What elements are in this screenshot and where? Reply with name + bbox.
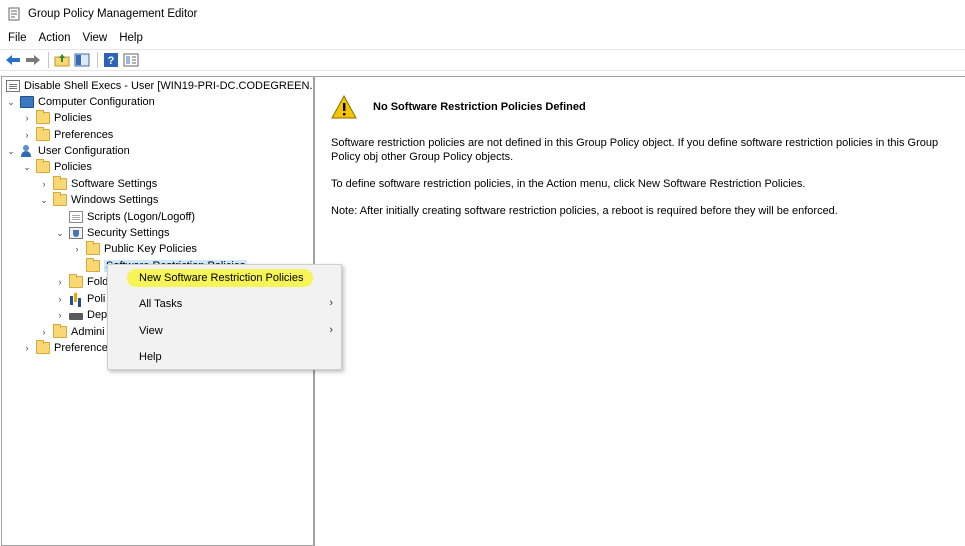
menu-view[interactable]: View bbox=[83, 32, 108, 44]
tree-item-security-settings[interactable]: ⌄ Security Settings bbox=[55, 225, 170, 241]
folder-icon bbox=[53, 324, 67, 338]
tree-item-user-policies[interactable]: ⌄ Policies bbox=[22, 159, 92, 175]
script-icon bbox=[69, 211, 83, 223]
folder-icon bbox=[36, 127, 50, 141]
back-icon[interactable] bbox=[4, 51, 22, 69]
context-menu: New Software Restriction Policies All Ta… bbox=[107, 264, 342, 370]
svg-text:?: ? bbox=[108, 55, 115, 67]
detail-paragraph-1: Software restriction policies are not de… bbox=[331, 137, 939, 163]
menu-action[interactable]: Action bbox=[39, 32, 71, 44]
chevron-right-icon[interactable]: › bbox=[39, 179, 49, 189]
properties-icon[interactable] bbox=[122, 51, 140, 69]
tree-root[interactable]: Disable Shell Execs - User [WIN19-PRI-DC… bbox=[6, 78, 313, 94]
chevron-down-icon[interactable]: ⌄ bbox=[6, 146, 16, 156]
bar-chart-icon bbox=[69, 293, 83, 305]
folder-icon bbox=[36, 159, 50, 173]
warning-icon bbox=[331, 94, 357, 119]
help-icon[interactable]: ? bbox=[102, 51, 120, 69]
gpo-editor-icon bbox=[8, 7, 20, 21]
detail-paragraph-3: Note: After initially creating software … bbox=[331, 205, 838, 217]
chevron-right-icon[interactable]: › bbox=[55, 277, 65, 287]
folder-icon bbox=[53, 192, 67, 206]
gpo-icon bbox=[6, 80, 20, 92]
title-bar: Group Policy Management Editor bbox=[0, 0, 965, 28]
menu-help[interactable]: Help bbox=[119, 32, 143, 44]
folder-icon bbox=[36, 340, 50, 354]
tree-item-computer-preferences[interactable]: › Preferences bbox=[22, 127, 113, 143]
detail-paragraph-2: To define software restriction policies,… bbox=[331, 178, 806, 190]
menu-item-help[interactable]: Help bbox=[108, 344, 343, 370]
chevron-right-icon[interactable]: › bbox=[55, 294, 65, 304]
folder-icon bbox=[53, 176, 67, 190]
tree-item-policy-based-qos[interactable]: › Poli bbox=[55, 291, 105, 307]
tree-item-computer-configuration[interactable]: ⌄ Computer Configuration bbox=[6, 94, 155, 110]
folder-icon bbox=[86, 241, 100, 255]
tree-item-windows-settings[interactable]: ⌄ Windows Settings bbox=[39, 192, 158, 208]
tree-item-user-preferences[interactable]: › Preference bbox=[22, 340, 108, 356]
menu-item-view[interactable]: View › bbox=[108, 318, 343, 344]
toolbar-separator bbox=[97, 52, 98, 68]
folder-icon bbox=[69, 274, 83, 288]
window-title: Group Policy Management Editor bbox=[28, 8, 198, 20]
chevron-right-icon[interactable]: › bbox=[22, 130, 32, 140]
chevron-right-icon: › bbox=[329, 324, 333, 336]
chevron-right-icon: › bbox=[329, 297, 333, 309]
chevron-right-icon[interactable]: › bbox=[39, 327, 49, 337]
tree-item-administrative-templates[interactable]: › Admini bbox=[39, 324, 105, 340]
chevron-right-icon[interactable]: › bbox=[55, 310, 65, 320]
chevron-down-icon[interactable]: ⌄ bbox=[39, 195, 49, 205]
chevron-down-icon[interactable]: ⌄ bbox=[55, 228, 65, 238]
user-icon bbox=[20, 145, 34, 157]
show-hide-tree-icon[interactable] bbox=[73, 51, 91, 69]
chevron-right-icon[interactable]: › bbox=[22, 113, 32, 123]
toolbar-separator bbox=[48, 52, 49, 68]
tree-item-public-key-policies[interactable]: › Public Key Policies bbox=[72, 241, 197, 257]
detail-title: No Software Restriction Policies Defined bbox=[373, 101, 586, 113]
forward-icon[interactable] bbox=[24, 51, 42, 69]
folder-icon bbox=[36, 110, 50, 124]
menu-file[interactable]: File bbox=[8, 32, 27, 44]
up-folder-icon[interactable] bbox=[53, 51, 71, 69]
folder-icon bbox=[86, 258, 100, 272]
chevron-down-icon[interactable]: ⌄ bbox=[6, 97, 16, 107]
printer-icon bbox=[69, 313, 83, 320]
toolbar: ? bbox=[0, 49, 965, 71]
security-settings-icon bbox=[69, 227, 83, 239]
menu-item-new-software-restriction-policies[interactable]: New Software Restriction Policies bbox=[108, 265, 343, 291]
computer-icon bbox=[20, 96, 34, 108]
menu-bar: File Action View Help bbox=[0, 28, 965, 48]
tree-item-software-settings[interactable]: › Software Settings bbox=[39, 176, 157, 192]
menu-item-all-tasks[interactable]: All Tasks › bbox=[108, 291, 343, 317]
chevron-right-icon[interactable]: › bbox=[22, 343, 32, 353]
chevron-down-icon[interactable]: ⌄ bbox=[22, 162, 32, 172]
tree-item-computer-policies[interactable]: › Policies bbox=[22, 110, 92, 126]
tree-item-user-configuration[interactable]: ⌄ User Configuration bbox=[6, 143, 130, 159]
tree-item-deployed-printers[interactable]: › Dep bbox=[55, 307, 108, 323]
tree-item-folder-redirection[interactable]: › Fold bbox=[55, 274, 108, 290]
tree-item-scripts[interactable]: Scripts (Logon/Logoff) bbox=[55, 209, 195, 225]
chevron-right-icon[interactable]: › bbox=[72, 244, 82, 254]
